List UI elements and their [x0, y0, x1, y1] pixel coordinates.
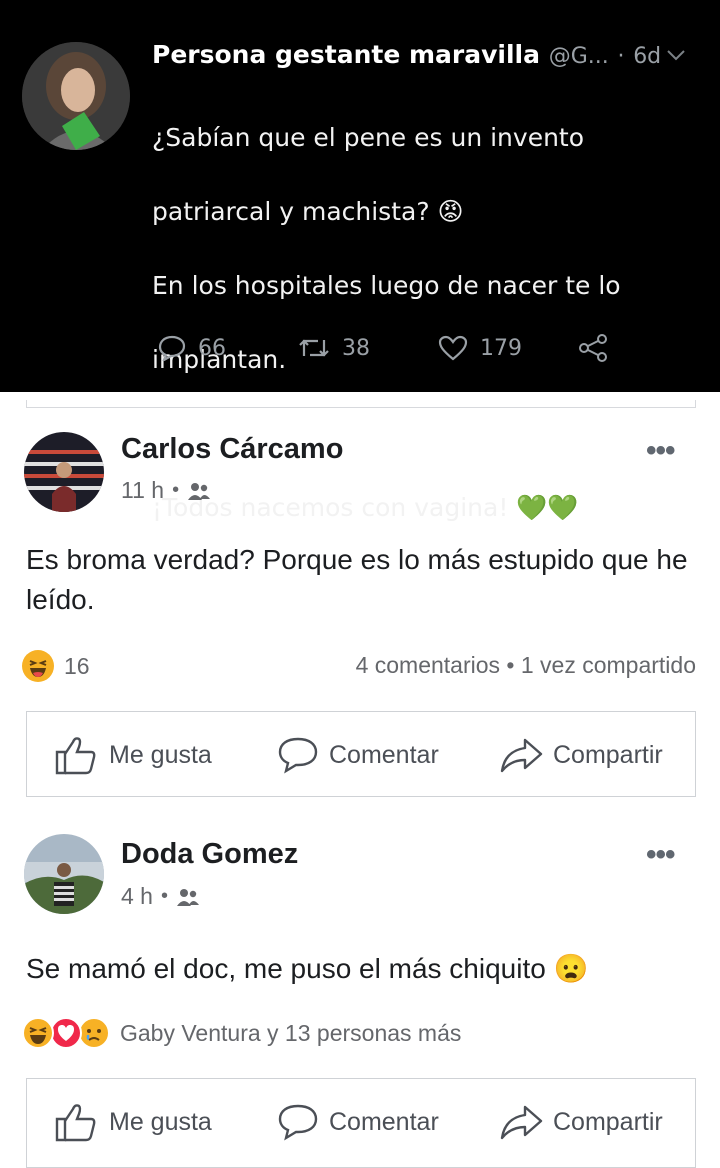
tweet-line: patriarcal y machista? 😡: [152, 197, 464, 226]
haha-icon: [22, 1017, 54, 1049]
tweet-line: ¡Todos nacemos con vagina! 💚💚: [152, 493, 579, 522]
more-options-button[interactable]: •••: [646, 838, 675, 872]
more-options-button[interactable]: •••: [646, 434, 675, 468]
share-button[interactable]: Compartir: [499, 712, 663, 798]
share-label: Compartir: [553, 740, 663, 769]
comment-label: Comentar: [329, 1107, 439, 1136]
like-button[interactable]: Me gusta: [55, 712, 212, 798]
avatar[interactable]: [24, 432, 104, 512]
tweet-share-button[interactable]: [578, 330, 620, 366]
comment-icon: [278, 737, 318, 774]
comment-button[interactable]: Comentar: [277, 712, 439, 798]
share-arrow-icon: [500, 738, 543, 773]
love-icon: [50, 1017, 82, 1049]
sad-icon: [78, 1017, 110, 1049]
meta-dot: •: [160, 885, 168, 907]
tweet-text: ¿Sabían que el pene es un invento patria…: [152, 82, 692, 563]
like-label: Me gusta: [109, 740, 212, 769]
tweet-avatar[interactable]: [22, 42, 130, 150]
comment-meta: 4 h •: [121, 883, 200, 910]
comment-stats[interactable]: 4 comentarios • 1 vez compartido: [356, 652, 696, 679]
share-arrow-icon: [500, 1105, 543, 1140]
action-bar: Me gusta Comentar Compartir: [26, 711, 696, 797]
avatar[interactable]: [24, 834, 104, 914]
tweet-retweet-button[interactable]: 38: [298, 330, 370, 366]
share-button[interactable]: Compartir: [499, 1079, 663, 1165]
friends-icon: [188, 482, 211, 500]
heart-icon: [438, 335, 468, 361]
comment-label: Comentar: [329, 740, 439, 769]
reaction-summary[interactable]: Gaby Ventura y 13 personas más: [22, 1015, 461, 1051]
comment-button[interactable]: Comentar: [277, 1079, 439, 1165]
comment-time[interactable]: 4 h: [121, 883, 153, 910]
action-bar: Me gusta Comentar Compartir: [26, 1078, 696, 1168]
image-frame-bottom: [26, 400, 696, 408]
tweet-reply-button[interactable]: 66: [158, 330, 226, 366]
tweet-reply-count: 66: [198, 335, 226, 361]
tweet-line: ¿Sabían que el pene es un invento: [152, 123, 585, 152]
thumbs-up-icon: [55, 1104, 96, 1142]
share-label: Compartir: [553, 1107, 663, 1136]
comment-time[interactable]: 11 h: [121, 477, 164, 504]
comment-text: Es broma verdad? Porque es lo más estupi…: [26, 544, 688, 615]
like-label: Me gusta: [109, 1107, 212, 1136]
tweet-age: 6d: [633, 44, 662, 69]
tweet-like-button[interactable]: 179: [438, 330, 522, 366]
retweet-icon: [299, 339, 329, 357]
tweet-separator: ·: [617, 44, 625, 69]
share-icon: [579, 334, 607, 362]
tweet-handle: @G...: [548, 44, 609, 69]
tweet-display-name-text: Persona gestante maravilla: [152, 40, 540, 69]
reaction-count: 16: [64, 652, 90, 679]
thumbs-up-icon: [55, 737, 96, 775]
tweet-line: En los hospitales luego de nacer te lo: [152, 271, 621, 300]
comment-icon: [278, 1104, 318, 1141]
comment-text: Se mamó el doc, me puso el más chiquito …: [26, 953, 589, 984]
meta-dot: •: [172, 479, 180, 501]
tweet-retweet-count: 38: [342, 335, 370, 361]
reaction-summary[interactable]: 16: [22, 648, 90, 684]
haha-icon: [22, 650, 54, 682]
tweet-like-count: 179: [480, 335, 522, 361]
comment-author[interactable]: Carlos Cárcamo: [121, 433, 343, 466]
tweet-actions: 66 38 179: [152, 330, 622, 366]
reply-icon: [158, 335, 186, 361]
comment-author[interactable]: Doda Gomez: [121, 838, 298, 871]
embedded-tweet: Persona gestante maravilla @G... · 6d ¿S…: [0, 0, 720, 522]
tweet-display-name[interactable]: Persona gestante maravilla @G... · 6d: [152, 40, 661, 69]
chevron-down-icon[interactable]: [666, 46, 686, 67]
friends-icon: [177, 888, 199, 906]
like-button[interactable]: Me gusta: [55, 1079, 212, 1165]
reaction-text: Gaby Ventura y 13 personas más: [120, 1019, 462, 1046]
comment-meta: 11 h •: [121, 477, 211, 504]
